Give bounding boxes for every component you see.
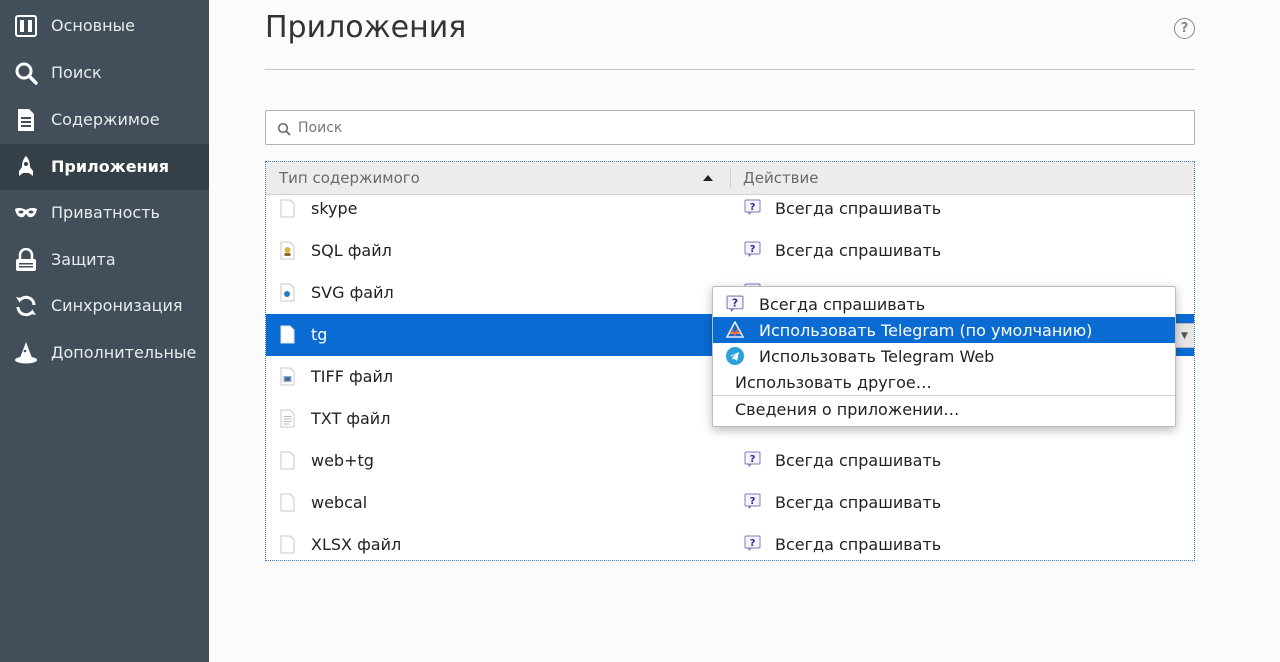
generic-file-icon [280, 535, 295, 554]
sidebar: Основные Поиск Содержимое Приложения При… [0, 0, 209, 662]
row-type: skype [311, 199, 358, 218]
ask-icon: ? [744, 199, 761, 216]
sidebar-item-label: Содержимое [51, 110, 160, 129]
svg-text:?: ? [750, 454, 756, 465]
generic-file-icon [280, 199, 295, 218]
svg-text:?: ? [750, 496, 756, 507]
sidebar-item-sync[interactable]: Синхронизация [0, 283, 209, 329]
lock-icon [14, 248, 38, 272]
table-row[interactable]: skype ? Всегда спрашивать [266, 188, 1194, 230]
generic-file-icon [280, 325, 295, 344]
sidebar-item-label: Поиск [51, 63, 102, 82]
search-input[interactable] [298, 111, 1178, 144]
sync-icon [14, 294, 38, 318]
svg-file-icon [280, 283, 295, 302]
action-popup-menu: ? Всегда спрашивать Использовать Telegra… [712, 286, 1176, 427]
action-dropdown[interactable]: ▼ [1174, 323, 1194, 348]
menu-item-always-ask[interactable]: ? Всегда спрашивать [713, 291, 1175, 317]
menu-item-label: Сведения о приложении… [735, 400, 960, 419]
ask-icon: ? [744, 451, 761, 468]
search-box [265, 110, 1195, 145]
table-row[interactable]: webcal ? Всегда спрашивать [266, 482, 1194, 524]
sidebar-item-label: Дополнительные [51, 343, 197, 362]
svg-text:?: ? [750, 202, 756, 213]
image-file-icon [280, 367, 295, 386]
page-title: Приложения [265, 10, 467, 45]
menu-item-label: Использовать Telegram Web [759, 347, 995, 366]
table-row[interactable]: web+tg ? Всегда спрашивать [266, 440, 1194, 482]
wizard-hat-icon [14, 341, 38, 365]
content-icon [14, 108, 38, 132]
text-file-icon [280, 409, 295, 428]
ask-icon: ? [744, 535, 761, 552]
sidebar-item-label: Защита [51, 250, 116, 269]
menu-item-use-telegram-default[interactable]: Использовать Telegram (по умолчанию) [713, 317, 1175, 343]
ask-icon: ? [726, 295, 744, 313]
telegram-icon [726, 347, 744, 365]
menu-item-use-other[interactable]: Использовать другое… [713, 369, 1175, 395]
row-type: tg [311, 325, 328, 344]
help-icon: ? [1180, 21, 1189, 36]
row-type: TXT файл [311, 409, 391, 428]
column-header-type[interactable]: Тип содержимого [279, 169, 420, 187]
generic-file-icon [280, 451, 295, 470]
ask-icon: ? [744, 493, 761, 510]
sidebar-item-privacy[interactable]: Приватность [0, 190, 209, 236]
row-type: web+tg [311, 451, 374, 470]
menu-item-label: Использовать Telegram (по умолчанию) [759, 321, 1093, 340]
sidebar-item-advanced[interactable]: Дополнительные [0, 330, 209, 376]
table-row[interactable]: XLSX файл ? Всегда спрашивать [266, 524, 1194, 560]
search-icon [14, 61, 38, 85]
sidebar-item-label: Основные [51, 16, 136, 35]
row-action[interactable]: Всегда спрашивать [775, 493, 941, 512]
column-separator[interactable] [730, 168, 731, 188]
row-type: SQL файл [311, 241, 392, 260]
sql-file-icon [280, 241, 295, 260]
sidebar-item-label: Приложения [51, 157, 170, 176]
mask-icon [14, 201, 38, 225]
sort-ascending-icon [703, 175, 713, 181]
row-action[interactable]: Всегда спрашивать [775, 241, 941, 260]
svg-text:?: ? [732, 298, 738, 310]
menu-item-use-telegram-web[interactable]: Использовать Telegram Web [713, 343, 1175, 369]
svg-text:?: ? [750, 244, 756, 255]
sidebar-item-applications[interactable]: Приложения [0, 144, 209, 190]
sidebar-item-content[interactable]: Содержимое [0, 97, 209, 143]
sidebar-item-search[interactable]: Поиск [0, 50, 209, 96]
menu-item-app-details[interactable]: Сведения о приложении… [713, 396, 1175, 422]
ask-icon: ? [744, 241, 761, 258]
row-type: TIFF файл [311, 367, 394, 386]
search-icon [277, 121, 291, 136]
table-row[interactable]: SQL файл ? Всегда спрашивать [266, 230, 1194, 272]
row-action[interactable]: Всегда спрашивать [775, 199, 941, 218]
svg-text:?: ? [750, 538, 756, 549]
rocket-icon [14, 155, 38, 179]
sidebar-item-general[interactable]: Основные [0, 3, 209, 49]
generic-file-icon [280, 493, 295, 512]
title-divider [265, 69, 1195, 70]
sidebar-item-label: Приватность [51, 203, 160, 222]
help-button[interactable]: ? [1174, 18, 1195, 39]
row-type: SVG файл [311, 283, 394, 302]
row-action[interactable]: Всегда спрашивать [775, 451, 941, 470]
general-icon [14, 14, 38, 38]
column-header-action[interactable]: Действие [743, 169, 819, 187]
row-type: XLSX файл [311, 535, 402, 554]
menu-item-label: Использовать другое… [735, 373, 932, 392]
telegram-app-icon [725, 320, 745, 339]
sidebar-item-label: Синхронизация [51, 296, 183, 315]
row-action[interactable]: Всегда спрашивать [775, 535, 941, 554]
row-type: webcal [311, 493, 368, 512]
sidebar-item-security[interactable]: Защита [0, 237, 209, 283]
chevron-down-icon: ▼ [1181, 330, 1188, 341]
menu-item-label: Всегда спрашивать [759, 295, 926, 314]
